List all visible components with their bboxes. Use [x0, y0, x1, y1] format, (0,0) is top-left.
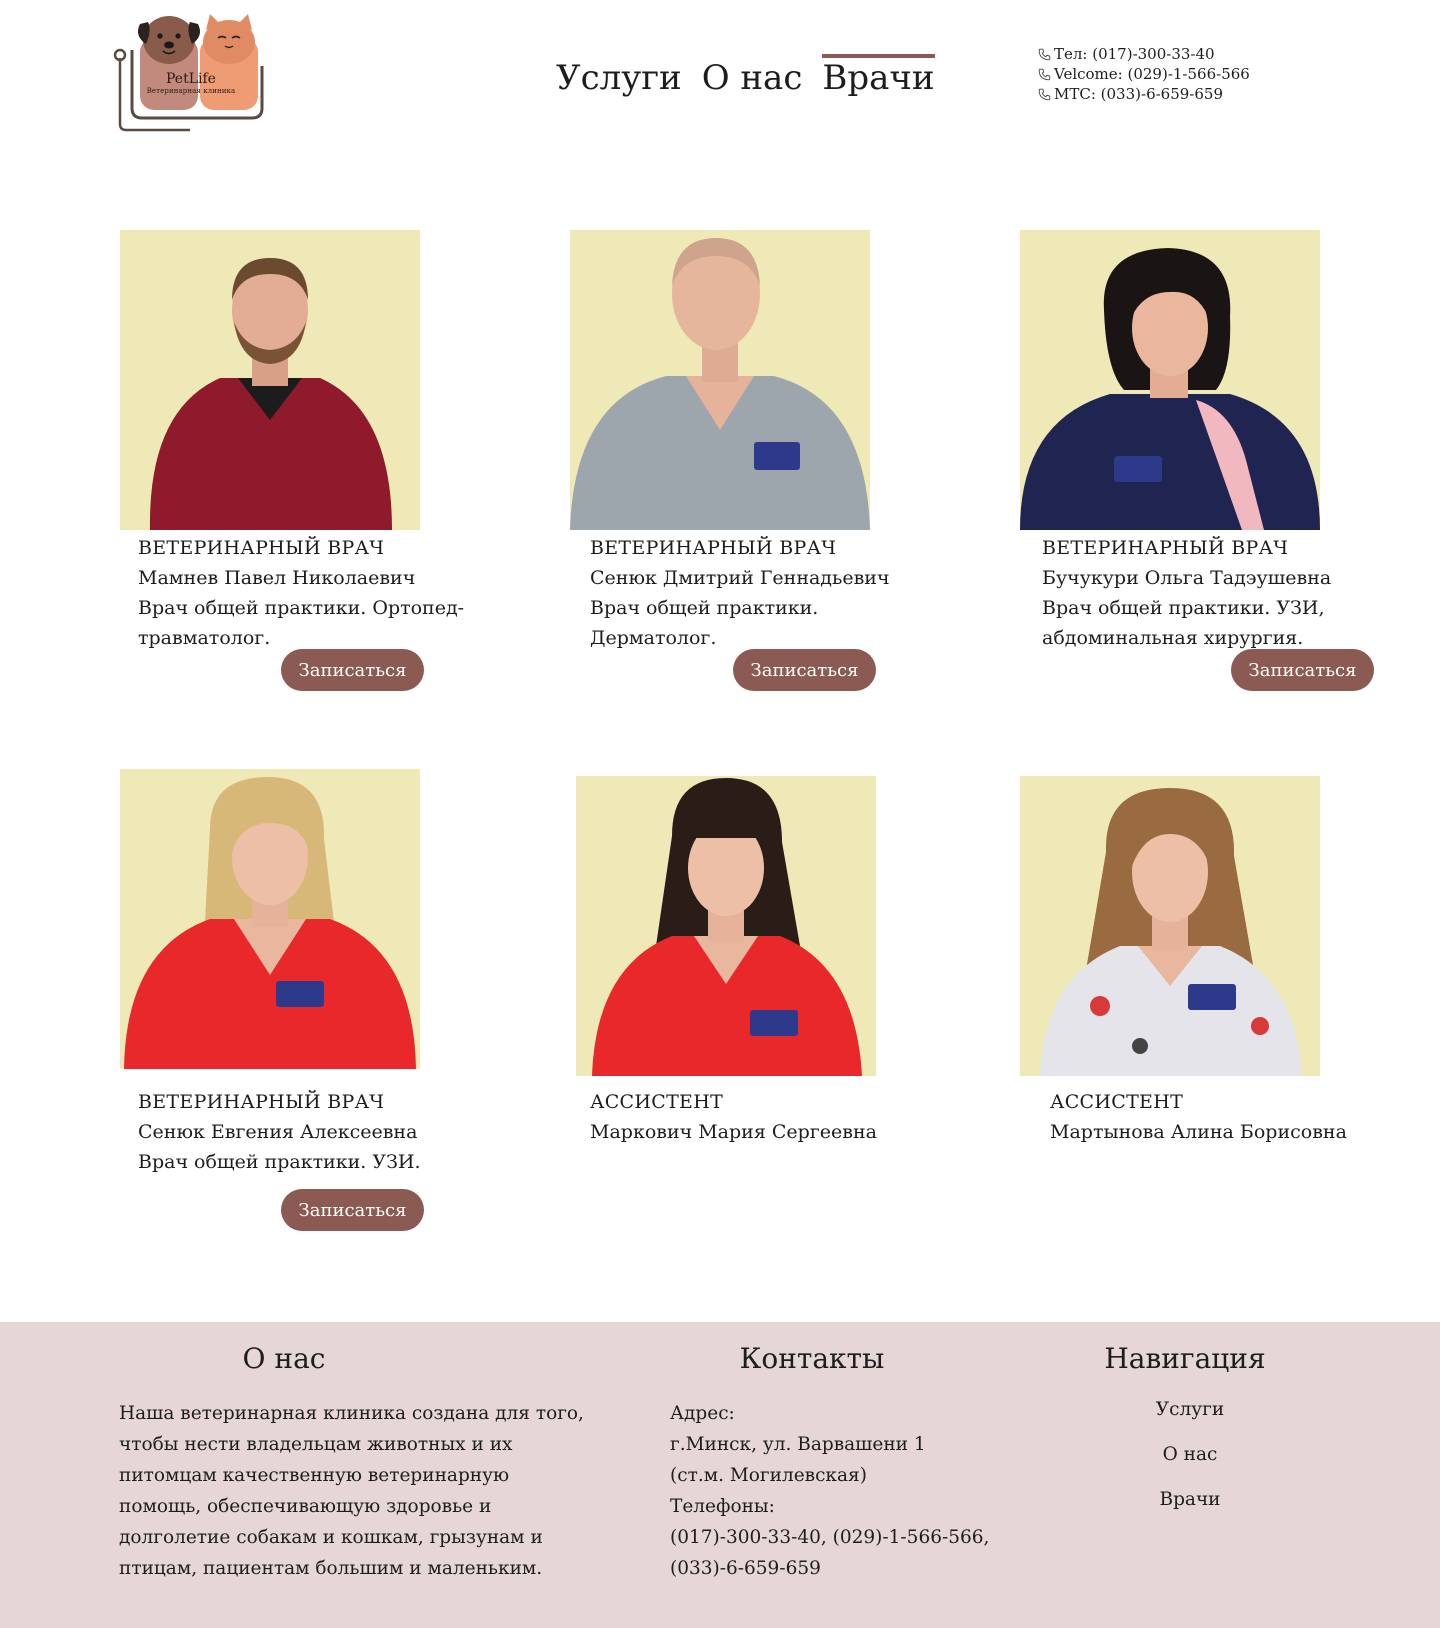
footer-nav-about[interactable]: О нас [1130, 1443, 1250, 1488]
footer-contact-line: Телефоны: [670, 1496, 775, 1517]
footer-contact-line: г.Минск, ул. Варвашени 1 [670, 1434, 926, 1455]
footer-contact-line: Адрес: [670, 1403, 735, 1424]
phone-number: МТС: (033)-6-659-659 [1054, 85, 1224, 103]
footer-contact-line: (017)-300-33-40, (029)-1-566-566, [670, 1527, 990, 1548]
doctor-description: Врач общей практики. УЗИ, [1042, 597, 1325, 619]
doctor-info: ВЕТЕРИНАРНЫЙ ВРАЧ Сенюк Евгения Алексеев… [138, 1087, 468, 1177]
phone-icon [1038, 68, 1051, 80]
footer-about-line: помощь, обеспечивающую здоровье и [119, 1496, 492, 1517]
doctor-role: ВЕТЕРИНАРНЫЙ ВРАЧ [590, 537, 837, 559]
footer-about-line: питомцам качественную ветеринарную [119, 1465, 510, 1486]
doctor-role: ВЕТЕРИНАРНЫЙ ВРАЧ [138, 1091, 385, 1113]
footer-nav: Услуги О нас Врачи [1130, 1398, 1250, 1533]
footer-contact-line: (ст.м. Могилевская) [670, 1465, 867, 1486]
site-footer: О нас Наша ветеринарная клиника создана … [0, 1322, 1440, 1628]
book-appointment-button[interactable]: Записаться [733, 649, 876, 691]
footer-contacts-text: Адрес: г.Минск, ул. Варвашени 1 (ст.м. М… [670, 1398, 1030, 1584]
phone-list: Тел: (017)-300-33-40 Velcome: (029)-1-56… [1038, 44, 1250, 104]
doctor-role: ВЕТЕРИНАРНЫЙ ВРАЧ [138, 537, 385, 559]
doctor-photo [1020, 230, 1320, 530]
nav-item-about[interactable]: О нас [702, 54, 803, 97]
logo-subtitle: Ветеринарная клиника [146, 87, 236, 95]
nav-item-services[interactable]: Услуги [556, 54, 682, 97]
site-header: PetLife Ветеринарная клиника Услуги О на… [0, 0, 1440, 150]
doctor-name: Сенюк Евгения Алексеевна [138, 1121, 418, 1143]
doctor-photo [120, 230, 420, 530]
phone-row[interactable]: МТС: (033)-6-659-659 [1038, 84, 1250, 104]
footer-contacts-title: Контакты [739, 1342, 885, 1375]
doctor-photo [576, 776, 876, 1076]
doctor-info: АССИСТЕНТ Мартынова Алина Борисовна [1050, 1087, 1380, 1147]
phone-row[interactable]: Тел: (017)-300-33-40 [1038, 44, 1250, 64]
doctor-description: Врач общей практики. [590, 597, 819, 619]
doctor-role: ВЕТЕРИНАРНЫЙ ВРАЧ [1042, 537, 1289, 559]
doctor-info: АССИСТЕНТ Маркович Мария Сергеевна [590, 1087, 920, 1147]
logo-name: PetLife [166, 71, 216, 87]
doctor-name: Маркович Мария Сергеевна [590, 1121, 877, 1143]
phone-icon [1038, 88, 1051, 100]
footer-navigation-title: Навигация [1104, 1342, 1266, 1375]
doctor-name: Сенюк Дмитрий Геннадьевич [590, 567, 890, 589]
doctor-photo [570, 230, 870, 530]
footer-contact-line: (033)-6-659-659 [670, 1558, 821, 1579]
phone-row[interactable]: Velcome: (029)-1-566-566 [1038, 64, 1250, 84]
doctor-info: ВЕТЕРИНАРНЫЙ ВРАЧ Бучукури Ольга Тадэуше… [1042, 533, 1372, 653]
footer-nav-services[interactable]: Услуги [1130, 1398, 1250, 1443]
phone-number: Velcome: (029)-1-566-566 [1054, 65, 1250, 83]
nav-item-doctors[interactable]: Врачи [822, 54, 935, 97]
doctor-description: Врач общей практики. УЗИ. [138, 1151, 421, 1173]
doctor-info: ВЕТЕРИНАРНЫЙ ВРАЧ Сенюк Дмитрий Геннадье… [590, 533, 920, 653]
footer-about-line: птицам, пациентам большим и маленьким. [119, 1558, 543, 1579]
doctor-name: Мамнев Павел Николаевич [138, 567, 416, 589]
footer-about-title: О нас [242, 1342, 326, 1375]
phone-number: Тел: (017)-300-33-40 [1054, 45, 1215, 63]
doctor-photo [1020, 776, 1320, 1076]
footer-about-line: долголетие собакам и кошкам, грызунам и [119, 1527, 543, 1548]
footer-nav-doctors[interactable]: Врачи [1130, 1488, 1250, 1533]
footer-about-line: чтобы нести владельцам животных и их [119, 1434, 513, 1455]
doctor-name: Бучукури Ольга Тадэушевна [1042, 567, 1332, 589]
petlife-logo[interactable]: PetLife Ветеринарная клиника [112, 8, 270, 134]
book-appointment-button[interactable]: Записаться [281, 1189, 424, 1231]
doctor-description: Врач общей практики. Ортопед- [138, 597, 465, 619]
doctor-info: ВЕТЕРИНАРНЫЙ ВРАЧ Мамнев Павел Николаеви… [138, 533, 468, 653]
doctor-role: АССИСТЕНТ [1050, 1091, 1184, 1113]
main-nav: Услуги О нас Врачи [556, 54, 935, 97]
phone-icon [1038, 48, 1051, 60]
doctor-name: Мартынова Алина Борисовна [1050, 1121, 1347, 1143]
book-appointment-button[interactable]: Записаться [1231, 649, 1374, 691]
doctor-photo [120, 769, 420, 1069]
doctor-role: АССИСТЕНТ [590, 1091, 724, 1113]
footer-about-line: Наша ветеринарная клиника создана для то… [119, 1403, 584, 1424]
book-appointment-button[interactable]: Записаться [281, 649, 424, 691]
footer-about-text: Наша ветеринарная клиника создана для то… [119, 1398, 589, 1584]
